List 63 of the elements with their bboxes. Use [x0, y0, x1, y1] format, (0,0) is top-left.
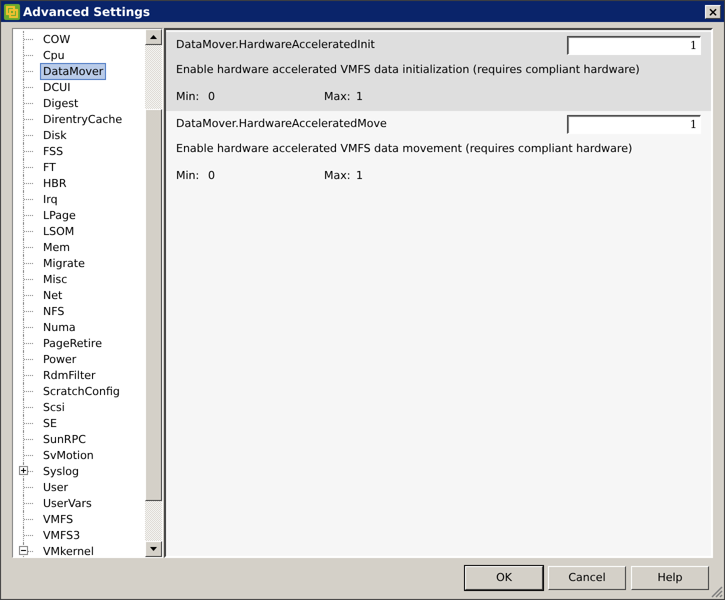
collapse-icon[interactable]	[19, 546, 28, 555]
tree-item[interactable]: DataMover	[40, 62, 106, 80]
tree-item[interactable]: Irq	[40, 190, 61, 208]
dialog-button[interactable]: Help	[631, 566, 709, 590]
scroll-up-button[interactable]	[145, 29, 162, 45]
window-title: Advanced Settings	[23, 4, 152, 18]
tree-item[interactable]: SunRPC	[40, 430, 89, 448]
app-icon	[4, 4, 20, 20]
setting-name: DataMover.HardwareAcceleratedInit	[176, 37, 376, 53]
tree-item[interactable]: Misc	[40, 270, 70, 288]
tree-item[interactable]: HBR	[40, 174, 70, 192]
tree-item[interactable]: UserVars	[40, 494, 95, 512]
max-label: Max:	[324, 169, 352, 182]
value-field[interactable]: 1	[567, 115, 701, 134]
tree-item[interactable]: Mem	[40, 238, 73, 256]
dialog-button[interactable]: OK	[465, 566, 543, 590]
tree-item[interactable]: PageRetire	[40, 334, 105, 352]
tree-item[interactable]: ScratchConfig	[40, 382, 123, 400]
tree-item[interactable]: DCUI	[40, 78, 74, 96]
tree-item[interactable]: VMFS3	[40, 526, 84, 544]
setting-row[interactable]: DataMover.HardwareAcceleratedInit 1 Enable hardware accelerated VMFS data initialization (requires compliant hardware) Min: 0 Max: 1	[166, 32, 711, 111]
tree-item[interactable]: COW	[40, 30, 74, 48]
close-button[interactable]: ×	[705, 4, 721, 18]
down-arrow-icon	[150, 547, 157, 551]
setting-description: Enable hardware accelerated VMFS data movement (requires compliant hardware)	[176, 142, 634, 155]
resize-grip-icon[interactable]	[711, 586, 723, 598]
scrollbar[interactable]	[145, 29, 162, 557]
up-arrow-icon	[150, 35, 157, 39]
tree-item[interactable]: NFS	[40, 302, 68, 320]
tree-item[interactable]: Cpu	[40, 46, 68, 64]
tree-item[interactable]: SE	[40, 414, 60, 432]
dialog-button[interactable]: Cancel	[548, 566, 626, 590]
min-value: 0	[208, 169, 216, 182]
scroll-thumb[interactable]	[145, 109, 162, 501]
tree-item[interactable]: Syslog	[40, 462, 82, 480]
max-value: 1	[356, 90, 364, 103]
min-label: Min:	[176, 169, 200, 182]
max-label: Max:	[324, 90, 352, 103]
min-value: 0	[208, 90, 216, 103]
min-label: Min:	[176, 90, 200, 103]
max-value: 1	[356, 169, 364, 182]
tree-item[interactable]: User	[40, 478, 72, 496]
tree-item[interactable]: SvMotion	[40, 446, 97, 464]
tree-item[interactable]: Power	[40, 350, 80, 368]
tree-item[interactable]: Net	[40, 286, 66, 304]
setting-name: DataMover.HardwareAcceleratedMove	[176, 116, 388, 132]
tree-item[interactable]: Scsi	[40, 398, 68, 416]
tree-item[interactable]: FSS	[40, 142, 66, 160]
tree-item[interactable]: LSOM	[40, 222, 78, 240]
expand-icon[interactable]	[19, 466, 28, 475]
tree-item[interactable]: Digest	[40, 94, 82, 112]
tree-item[interactable]: LPage	[40, 206, 79, 224]
tree-item[interactable]: FT	[40, 158, 59, 176]
tree-item[interactable]: Numa	[40, 318, 79, 336]
setting-description: Enable hardware accelerated VMFS data initialization (requires compliant hardware)	[176, 63, 641, 76]
tree-item[interactable]: RdmFilter	[40, 366, 99, 384]
value-field[interactable]: 1	[567, 36, 701, 55]
tree-item[interactable]: VMkernel	[40, 542, 97, 557]
scroll-down-button[interactable]	[145, 541, 162, 557]
tree-item[interactable]: DirentryCache	[40, 110, 126, 128]
tree-item[interactable]: Disk	[40, 126, 70, 144]
tree-item[interactable]: Migrate	[40, 254, 88, 272]
tree-item[interactable]: VMFS	[40, 510, 76, 528]
